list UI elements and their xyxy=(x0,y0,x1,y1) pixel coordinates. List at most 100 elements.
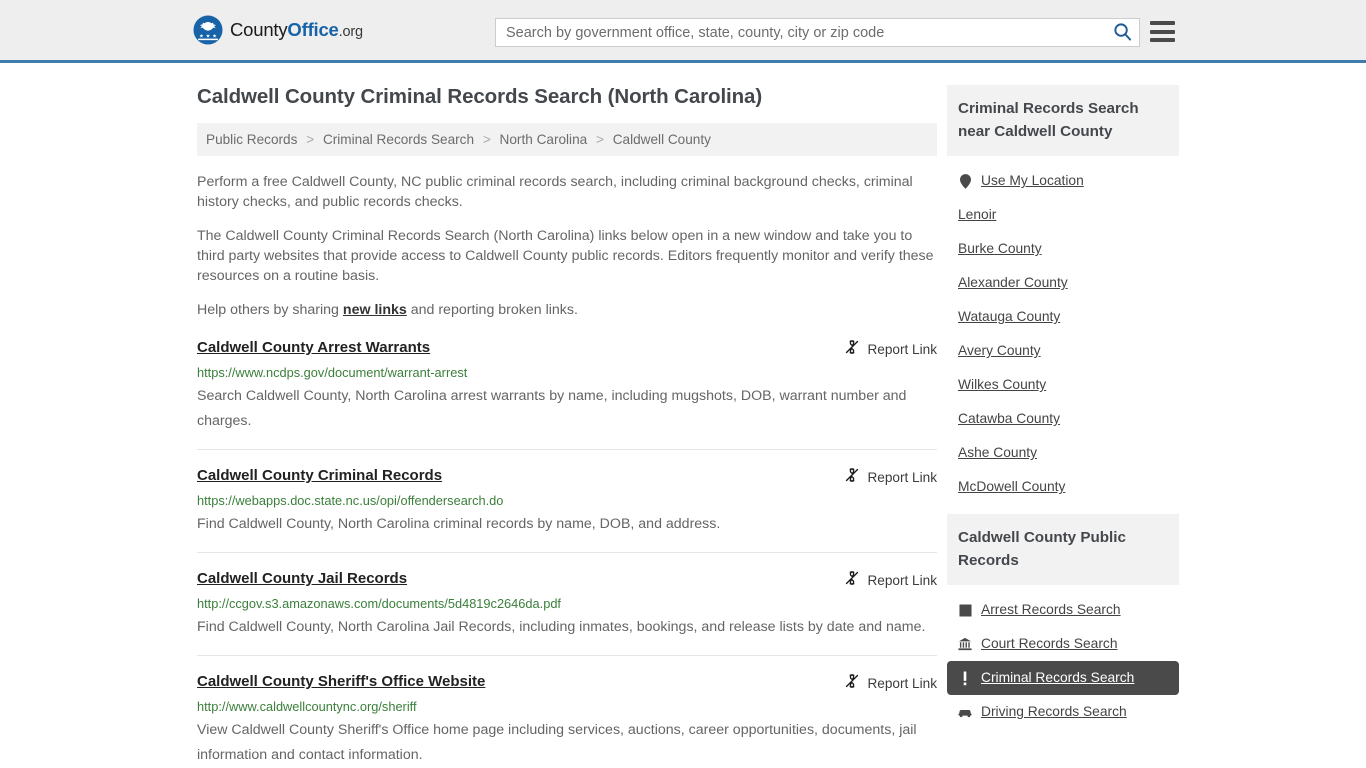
page-body: Caldwell County Criminal Records Search … xyxy=(0,63,1366,768)
breadcrumb-item-public-records[interactable]: Public Records xyxy=(206,132,297,147)
report-link-label: Report Link xyxy=(867,342,937,357)
intro-p3-after: and reporting broken links. xyxy=(406,302,578,318)
public-records-title: Caldwell County Public Records xyxy=(947,514,1179,585)
result-description: Find Caldwell County, North Carolina Jai… xyxy=(197,619,926,635)
result-description: Find Caldwell County, North Carolina cri… xyxy=(197,516,721,532)
courthouse-icon xyxy=(958,636,972,652)
nearby-searches-panel: Criminal Records Search near Caldwell Co… xyxy=(947,85,1179,504)
report-link-label: Report Link xyxy=(867,470,937,485)
hamburger-menu-icon[interactable] xyxy=(1150,21,1175,42)
broken-link-icon xyxy=(844,467,860,488)
logo-text-county: County xyxy=(230,19,288,40)
report-link-label: Report Link xyxy=(867,573,937,588)
sidebar-item-label: Wilkes County xyxy=(958,377,1047,392)
intro-paragraph-2: The Caldwell County Criminal Records Sea… xyxy=(197,228,934,284)
intro-section: Perform a free Caldwell County, NC publi… xyxy=(197,172,937,320)
site-header: CountyOffice.org xyxy=(0,0,1366,63)
broken-link-icon xyxy=(844,339,860,360)
sidebar-item-alexander-county[interactable]: Alexander County xyxy=(947,266,1179,300)
result-url[interactable]: http://www.caldwellcountync.org/sheriff xyxy=(197,699,937,715)
sidebar-item-use-my-location[interactable]: Use My Location xyxy=(947,164,1179,198)
fingerprint-card-icon xyxy=(958,602,972,618)
intro-p3-before: Help others by sharing xyxy=(197,302,343,318)
new-links-link[interactable]: new links xyxy=(343,302,407,318)
result-title-link[interactable]: Caldwell County Arrest Warrants xyxy=(197,338,430,358)
result-header: Caldwell County Jail Records Report Link xyxy=(197,569,937,591)
nearby-searches-title: Criminal Records Search near Caldwell Co… xyxy=(947,85,1179,156)
site-logo-text: CountyOffice.org xyxy=(230,19,363,41)
site-logo[interactable]: CountyOffice.org xyxy=(193,15,363,45)
sidebar-item-label: Burke County xyxy=(958,241,1042,256)
breadcrumb-item-criminal-records-search[interactable]: Criminal Records Search xyxy=(323,132,474,147)
results-list: Caldwell County Arrest Warrants Report L… xyxy=(197,338,937,768)
result-title-link[interactable]: Caldwell County Jail Records xyxy=(197,569,407,589)
breadcrumb: Public Records > Criminal Records Search… xyxy=(197,123,937,156)
breadcrumb-separator: > xyxy=(482,132,491,147)
exclamation-icon xyxy=(958,670,972,686)
breadcrumb-separator: > xyxy=(306,132,315,147)
hamburger-bar xyxy=(1150,29,1175,34)
result-url[interactable]: https://www.ncdps.gov/document/warrant-a… xyxy=(197,365,937,381)
sidebar-item-label: Watauga County xyxy=(958,309,1061,324)
intro-paragraph-3: Help others by sharing new links and rep… xyxy=(197,300,937,320)
car-icon xyxy=(958,704,972,720)
report-link-button[interactable]: Report Link xyxy=(844,466,937,488)
sidebar-item-catawba-county[interactable]: Catawba County xyxy=(947,402,1179,436)
hamburger-bar xyxy=(1150,38,1175,42)
eagle-seal-logo-icon xyxy=(193,15,223,45)
result-url[interactable]: http://ccgov.s3.amazonaws.com/documents/… xyxy=(197,596,937,612)
sidebar-item-watauga-county[interactable]: Watauga County xyxy=(947,300,1179,334)
broken-link-icon xyxy=(844,570,860,591)
breadcrumb-separator: > xyxy=(595,132,604,147)
sidebar: Criminal Records Search near Caldwell Co… xyxy=(947,63,1179,768)
sidebar-item-burke-county[interactable]: Burke County xyxy=(947,232,1179,266)
logo-text-org: .org xyxy=(338,24,363,40)
result-item: Caldwell County Jail Records Report Link… xyxy=(197,569,937,656)
report-link-button[interactable]: Report Link xyxy=(844,569,937,591)
main-content: Caldwell County Criminal Records Search … xyxy=(197,63,937,768)
result-header: Caldwell County Sheriff's Office Website xyxy=(197,672,937,694)
public-records-panel: Caldwell County Public Records Arrest Re… xyxy=(947,514,1179,729)
broken-link-icon xyxy=(844,673,860,694)
sidebar-item-label: Arrest Records Search xyxy=(981,602,1121,617)
breadcrumb-item-north-carolina[interactable]: North Carolina xyxy=(500,132,588,147)
result-item: Caldwell County Arrest Warrants Report L… xyxy=(197,338,937,450)
sidebar-item-label: Ashe County xyxy=(958,445,1037,460)
sidebar-item-wilkes-county[interactable]: Wilkes County xyxy=(947,368,1179,402)
result-title-link[interactable]: Caldwell County Criminal Records xyxy=(197,466,442,486)
sidebar-item-label: Alexander County xyxy=(958,275,1068,290)
result-description: Search Caldwell County, North Carolina a… xyxy=(197,388,907,429)
hamburger-bar xyxy=(1150,21,1175,25)
sidebar-item-arrest-records-search[interactable]: Arrest Records Search xyxy=(947,593,1179,627)
sidebar-item-court-records-search[interactable]: Court Records Search xyxy=(947,627,1179,661)
result-item: Caldwell County Criminal Records Report … xyxy=(197,466,937,553)
breadcrumb-item-caldwell-county[interactable]: Caldwell County xyxy=(613,132,711,147)
result-url[interactable]: https://webapps.doc.state.nc.us/opi/offe… xyxy=(197,493,937,509)
sidebar-item-ashe-county[interactable]: Ashe County xyxy=(947,436,1179,470)
sidebar-item-label: Catawba County xyxy=(958,411,1061,426)
sidebar-item-lenoir[interactable]: Lenoir xyxy=(947,198,1179,232)
sidebar-item-label: Use My Location xyxy=(981,173,1084,188)
public-records-list: Arrest Records Search Court Records Sear… xyxy=(947,585,1179,729)
result-title-link[interactable]: Caldwell County Sheriff's Office Website xyxy=(197,672,485,692)
search-icon xyxy=(1113,22,1132,44)
sidebar-item-label: McDowell County xyxy=(958,479,1066,494)
sidebar-item-label: Avery County xyxy=(958,343,1041,358)
sidebar-item-mcdowell-county[interactable]: McDowell County xyxy=(947,470,1179,504)
sidebar-item-label: Criminal Records Search xyxy=(981,670,1135,685)
report-link-label: Report Link xyxy=(867,676,937,691)
sidebar-item-label: Lenoir xyxy=(958,207,997,222)
nearby-searches-list: Use My Location Lenoir Burke County Alex… xyxy=(947,156,1179,504)
report-link-button[interactable]: Report Link xyxy=(844,338,937,360)
sidebar-item-avery-county[interactable]: Avery County xyxy=(947,334,1179,368)
report-link-button[interactable]: Report Link xyxy=(844,672,937,694)
search-input[interactable] xyxy=(496,19,1105,46)
sidebar-item-label: Driving Records Search xyxy=(981,704,1127,719)
sidebar-item-label: Court Records Search xyxy=(981,636,1118,651)
sidebar-item-driving-records-search[interactable]: Driving Records Search xyxy=(947,695,1179,729)
search-button[interactable] xyxy=(1105,19,1139,46)
sidebar-item-criminal-records-search[interactable]: Criminal Records Search xyxy=(947,661,1179,695)
page-title: Caldwell County Criminal Records Search … xyxy=(197,85,763,108)
logo-text-office: Office xyxy=(287,19,339,40)
result-item: Caldwell County Sheriff's Office Website xyxy=(197,672,937,768)
